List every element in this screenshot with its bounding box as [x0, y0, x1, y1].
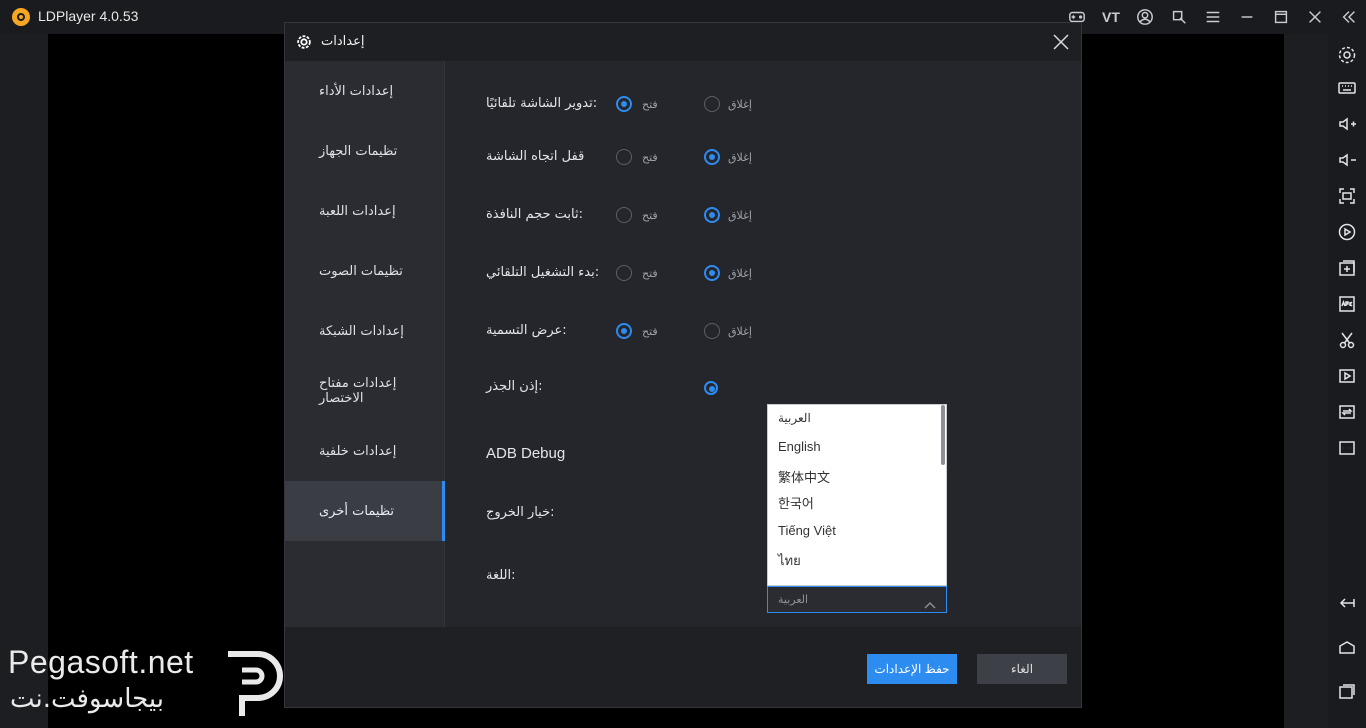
radio-off-label: إغلاق: [728, 325, 752, 338]
watermark-text-en: Pegasoft.net: [8, 644, 194, 680]
nav-label: إعدادات الشبكة: [319, 323, 404, 339]
titlebar-controls: VT: [1060, 0, 1366, 34]
dialog-title: إعدادات: [321, 34, 365, 49]
settings-content: تدوير الشاشة تلقائيًا: فتح إغلاق قفل اتج…: [446, 61, 1081, 627]
language-option[interactable]: 繁体中文: [778, 467, 830, 486]
minimize-icon[interactable]: [1230, 0, 1264, 34]
back-icon[interactable]: [1334, 590, 1360, 616]
language-dropdown-list[interactable]: العربية English 繁体中文 한국어 Tiếng Việt ไทย: [767, 404, 947, 586]
lock-orientation-off-radio[interactable]: [704, 149, 720, 165]
vt-label: VT: [1102, 9, 1120, 25]
sync-icon[interactable]: [1334, 399, 1360, 425]
more-options-icon[interactable]: [1334, 435, 1360, 461]
save-settings-button[interactable]: حفظ الإعدادات: [867, 654, 957, 684]
watermark: Pegasoft.net بيجاسوفت.نت: [0, 640, 300, 728]
volume-up-icon[interactable]: [1334, 111, 1360, 137]
language-selected-value: العربية: [778, 593, 809, 606]
auto-rotate-on-radio[interactable]: [616, 96, 632, 112]
nav-game-settings[interactable]: إعدادات اللعبة: [285, 181, 445, 241]
fixed-window-on-radio[interactable]: [616, 207, 632, 223]
autostart-off-radio[interactable]: [704, 265, 720, 281]
radio-off-label: إغلاق: [728, 98, 752, 111]
autostart-label: بدء التشغيل التلقائي:: [486, 265, 600, 280]
record-icon[interactable]: [1334, 219, 1360, 245]
root-permission-radio[interactable]: [704, 381, 718, 395]
pegasoft-logo-icon: [222, 644, 290, 720]
maximize-icon[interactable]: [1264, 0, 1298, 34]
apk-install-icon[interactable]: [1334, 291, 1360, 317]
language-option[interactable]: ไทย: [778, 550, 801, 571]
add-window-icon[interactable]: [1334, 255, 1360, 281]
dropdown-scrollbar[interactable]: [941, 405, 945, 465]
keyboard-icon[interactable]: [1334, 75, 1360, 101]
language-option[interactable]: 한국어: [778, 493, 814, 512]
show-label-off-radio[interactable]: [704, 323, 720, 339]
watermark-text-ar: بيجاسوفت.نت: [10, 684, 164, 714]
lock-orientation-label: قفل اتجاه الشاشة: [486, 149, 585, 164]
language-option[interactable]: English: [778, 439, 821, 454]
auto-rotate-off-radio[interactable]: [704, 96, 720, 112]
fixed-window-off-radio[interactable]: [704, 207, 720, 223]
nav-label: إعدادات مفتاح الاختصار: [319, 376, 397, 406]
nav-other-settings[interactable]: تظيمات أخرى: [285, 481, 445, 541]
nav-label: تظيمات الجهاز: [319, 143, 398, 159]
scissors-icon[interactable]: [1334, 327, 1360, 353]
account-icon[interactable]: [1128, 0, 1162, 34]
radio-off-label: إغلاق: [728, 267, 752, 280]
close-icon[interactable]: [1051, 32, 1071, 52]
root-permission-label: إذن الجذر:: [486, 379, 543, 394]
language-option[interactable]: Tiếng Việt: [778, 523, 836, 538]
settings-gear-icon: [295, 33, 313, 51]
nav-network-settings[interactable]: إعدادات الشبكة: [285, 301, 445, 361]
radio-on-label: فتح: [642, 98, 658, 111]
expand-window-icon[interactable]: [1162, 0, 1196, 34]
radio-on-label: فتح: [642, 209, 658, 222]
cancel-button[interactable]: الغاء: [977, 654, 1067, 684]
language-label: اللغة:: [486, 568, 516, 583]
nav-label: تظيمات أخرى: [319, 503, 395, 519]
settings-nav: إعدادات الأداء تظيمات الجهاز إعدادات الل…: [285, 61, 445, 627]
fixed-window-size-label: ثابت حجم النافذة:: [486, 207, 584, 222]
dialog-header: إعدادات: [285, 23, 1081, 61]
right-toolbar: [1328, 34, 1366, 728]
exit-option-label: خيار الخروج:: [486, 505, 555, 520]
nav-label: تظيمات الصوت: [319, 263, 403, 279]
collapse-sidebar-icon[interactable]: [1332, 0, 1366, 34]
radio-on-label: فتح: [642, 151, 658, 164]
show-label-on-radio[interactable]: [616, 323, 632, 339]
radio-on-label: فتح: [642, 325, 658, 338]
show-label-label: عرض التسمية:: [486, 323, 567, 338]
nav-label: إعدادات الأداء: [319, 83, 394, 99]
recent-apps-icon[interactable]: [1334, 678, 1360, 704]
language-select[interactable]: العربية: [767, 586, 947, 613]
radio-on-label: فتح: [642, 267, 658, 280]
menu-icon[interactable]: [1196, 0, 1230, 34]
home-icon[interactable]: [1334, 634, 1360, 660]
dialog-footer: حفظ الإعدادات الغاء: [285, 627, 1081, 707]
nav-performance-settings[interactable]: إعدادات الأداء: [285, 61, 445, 121]
ldplayer-logo-icon: [12, 8, 30, 26]
autostart-on-radio[interactable]: [616, 265, 632, 281]
close-icon[interactable]: [1298, 0, 1332, 34]
fullscreen-icon[interactable]: [1334, 183, 1360, 209]
video-player-icon[interactable]: [1334, 363, 1360, 389]
nav-label: إعدادات خلفية: [319, 443, 397, 459]
nav-shortcut-settings[interactable]: إعدادات مفتاح الاختصار: [285, 361, 445, 421]
radio-off-label: إغلاق: [728, 151, 752, 164]
chevron-up-icon: [924, 595, 936, 609]
lock-orientation-on-radio[interactable]: [616, 149, 632, 165]
language-option[interactable]: العربية: [778, 411, 811, 425]
nav-background-settings[interactable]: إعدادات خلفية: [285, 421, 445, 481]
settings-gear-icon[interactable]: [1334, 42, 1360, 68]
nav-audio-settings[interactable]: تظيمات الصوت: [285, 241, 445, 301]
auto-rotate-label: تدوير الشاشة تلقائيًا:: [486, 96, 598, 111]
volume-down-icon[interactable]: [1334, 147, 1360, 173]
radio-off-label: إغلاق: [728, 209, 752, 222]
app-title: LDPlayer 4.0.53: [38, 8, 139, 24]
vt-icon[interactable]: VT: [1094, 0, 1128, 34]
nav-device-settings[interactable]: تظيمات الجهاز: [285, 121, 445, 181]
settings-dialog: إعدادات إعدادات الأداء تظيمات الجهاز إعد…: [284, 22, 1082, 708]
nav-label: إعدادات اللعبة: [319, 203, 396, 219]
adb-debug-label: ADB Debug: [486, 445, 566, 462]
